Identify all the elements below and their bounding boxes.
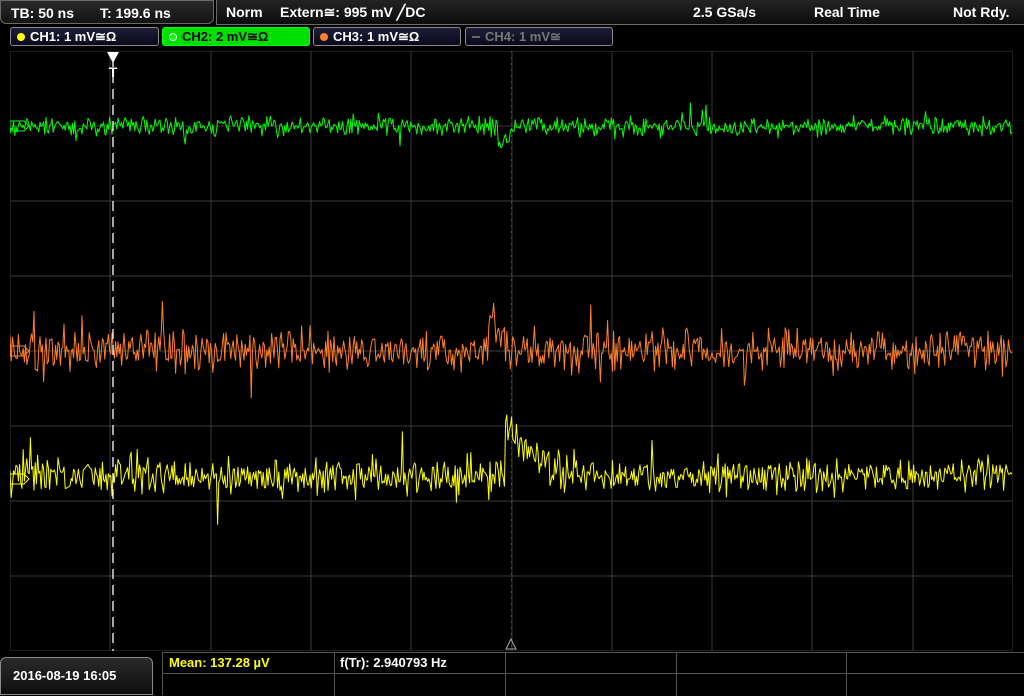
timebase-readout[interactable]: TB: 50 ns [11,5,74,21]
trigger-source[interactable]: Extern≅: 995 mV ╱DC [280,4,425,21]
trigger-frequency-measurement[interactable]: f(Tr): 2.940793 Hz [340,655,447,670]
channel-4-label: CH4: 1 mV≅ [485,29,561,44]
timebase-panel[interactable]: TB: 50 ns T: 199.6 ns [0,0,214,24]
waveform-svg[interactable]: T [9,50,1014,652]
channel-1-tab[interactable]: CH1: 1 mV≅Ω [10,27,159,46]
channel-3-tab[interactable]: CH3: 1 mV≅Ω [313,27,461,46]
measurement-divider [505,653,506,696]
channel-1-color-icon [17,33,25,41]
channel-2-color-icon [169,33,177,41]
measurement-panel[interactable]: Mean: 137.28 µV f(Tr): 2.940793 Hz [162,652,1024,696]
channel-3-label: CH3: 1 mV≅Ω [333,29,420,44]
trigger-mode[interactable]: Norm [226,4,263,20]
channel-3-color-icon [320,33,328,41]
waveform-display[interactable]: T [9,50,1014,652]
sample-rate[interactable]: 2.5 GSa/s [693,4,756,20]
measurement-divider [334,653,335,696]
channel-2-label: CH2: 2 mV≅Ω [182,29,269,44]
measurement-row-divider [163,673,1024,674]
date-time-display: 2016-08-19 16:05 [0,657,153,695]
measurement-divider [846,653,847,696]
mean-measurement[interactable]: Mean: 137.28 µV [169,655,270,670]
trigger-time-readout[interactable]: T: 199.6 ns [100,5,171,21]
trigger-marker-label: T [109,64,118,80]
acquisition-status: Not Rdy. [953,4,1010,20]
channel-4-tab[interactable]: CH4: 1 mV≅ [465,27,613,46]
status-bar: TB: 50 ns T: 199.6 ns Norm Extern≅: 995 … [0,0,1024,26]
channel-1-label: CH1: 1 mV≅Ω [30,29,117,44]
channel-2-tab[interactable]: CH2: 2 mV≅Ω [162,27,310,46]
date-time-text: 2016-08-19 16:05 [13,668,117,683]
measurement-divider [676,653,677,696]
channel-4-off-icon [472,36,480,38]
acquisition-panel: Norm Extern≅: 995 mV ╱DC 2.5 GSa/s Real … [216,0,1024,25]
channel-bar: CH1: 1 mV≅Ω CH2: 2 mV≅Ω CH3: 1 mV≅Ω CH4:… [0,26,1024,48]
acquisition-mode[interactable]: Real Time [814,4,880,20]
